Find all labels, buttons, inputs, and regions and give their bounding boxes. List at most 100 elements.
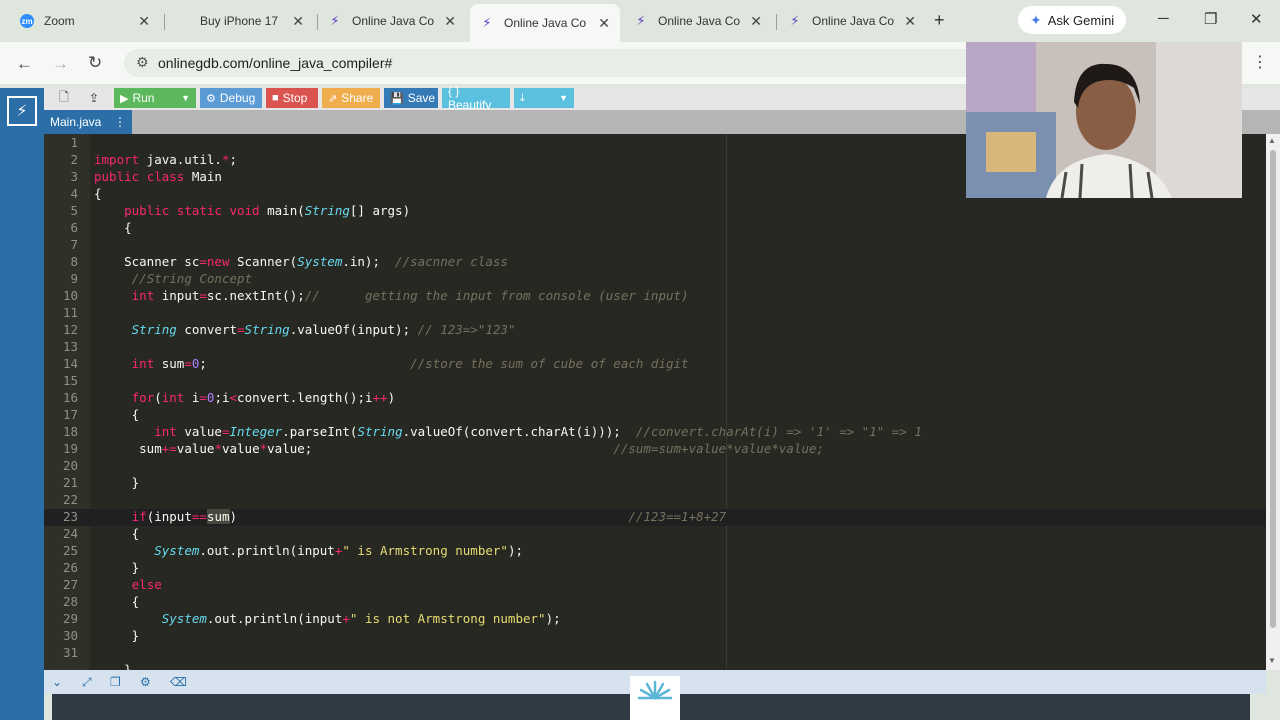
minimize-icon[interactable]: ─ xyxy=(1158,10,1169,27)
chevron-down-icon[interactable]: ▼ xyxy=(181,93,190,103)
line-number: 14 xyxy=(62,356,78,371)
browser-tab-iphone[interactable]: Buy iPhone 17 ✕ xyxy=(166,6,314,36)
line-number: 13 xyxy=(62,339,78,354)
tab-title: Online Java Co xyxy=(658,14,741,28)
close-icon[interactable]: ✕ xyxy=(138,13,150,30)
code-line: { xyxy=(94,594,140,609)
line-number: 25 xyxy=(62,543,78,558)
collapse-console-icon[interactable]: ⌄ xyxy=(52,675,62,689)
close-icon[interactable]: ✕ xyxy=(750,13,762,30)
onlinegdb-logo-icon[interactable]: ⚡ xyxy=(7,96,37,126)
clear-console-icon[interactable]: ⌫ xyxy=(170,675,187,689)
save-button[interactable]: 💾 Save xyxy=(384,88,438,108)
onlinegdb-icon: ⚡ xyxy=(330,13,340,28)
ask-gemini-button[interactable]: ✦ Ask Gemini xyxy=(1018,6,1127,34)
stop-button[interactable]: ■ Stop xyxy=(266,88,318,108)
file-menu-icon[interactable]: ⋮ xyxy=(114,115,126,129)
code-line: { xyxy=(94,186,102,201)
forward-icon[interactable]: → xyxy=(52,54,69,74)
browser-tab-java-active[interactable]: ⚡ Online Java Co ✕ xyxy=(470,4,620,42)
line-number: 2 xyxy=(70,152,78,167)
window-close-icon[interactable]: ✕ xyxy=(1250,10,1263,28)
debug-label: Debug xyxy=(219,91,256,105)
code-line: import java.util.*; xyxy=(94,152,238,167)
stop-label: Stop xyxy=(282,91,308,105)
line-number: 6 xyxy=(70,220,78,235)
code-line: } xyxy=(94,475,140,490)
line-number: 5 xyxy=(70,203,78,218)
gemini-sparkle-icon: ✦ xyxy=(1030,11,1042,28)
line-number: 17 xyxy=(62,407,78,422)
scroll-down-icon[interactable]: ▼ xyxy=(1268,656,1276,665)
close-icon[interactable]: ✕ xyxy=(598,15,610,32)
reload-icon[interactable]: ↻ xyxy=(88,53,102,73)
close-icon[interactable]: ✕ xyxy=(444,13,456,30)
floppy-icon: 💾 xyxy=(390,92,404,105)
download-button[interactable]: ⤓ ▼ xyxy=(514,88,574,108)
tab-divider xyxy=(164,14,165,30)
line-number: 16 xyxy=(62,390,78,405)
run-label: Run xyxy=(132,91,155,105)
share-label: Share xyxy=(341,91,374,105)
code-line: } xyxy=(94,628,140,643)
app-side-rail: ⚡ xyxy=(0,88,44,720)
line-number: 28 xyxy=(62,594,78,609)
expand-icon[interactable]: ⤢ xyxy=(82,675,92,690)
browser-menu-icon[interactable]: ⋮ xyxy=(1252,52,1268,72)
code-line: Scanner sc=new Scanner(System.in); //sac… xyxy=(94,254,508,269)
code-line: System.out.println(input+" is not Armstr… xyxy=(161,611,561,626)
code-line: sum+=value*value*value; //sum=sum+value*… xyxy=(94,441,825,456)
line-number: 20 xyxy=(62,458,78,473)
editor-scrollbar[interactable]: ▲ ▼ xyxy=(1266,134,1280,670)
share-button[interactable]: ⇗ Share xyxy=(322,88,380,108)
browser-tab-java-1[interactable]: ⚡ Online Java Co ✕ xyxy=(318,6,466,36)
run-button[interactable]: ▶ Run ▼ xyxy=(114,88,196,108)
restore-icon[interactable]: ❐ xyxy=(1204,10,1217,28)
code-editor[interactable]: 1 2 3 4 5 6 7 8 9 10 11 12 13 14 15 16 17 18 19 20 21 22 23 24 2… xyxy=(44,134,1266,670)
webcam-person-image xyxy=(966,42,1242,198)
browser-tab-zoom[interactable]: zm Zoom ✕ xyxy=(10,6,160,36)
gear-icon: ⚙ xyxy=(206,92,216,105)
tab-title: Zoom xyxy=(44,14,75,28)
browser-tab-java-3[interactable]: ⚡ Online Java Co ✕ xyxy=(624,6,772,36)
file-tab-main-java[interactable]: Main.java ⋮ xyxy=(44,110,132,134)
tab-title: Buy iPhone 17 xyxy=(200,14,279,28)
close-icon[interactable]: ✕ xyxy=(904,13,916,30)
loading-spinner-icon xyxy=(630,676,680,720)
code-line: { xyxy=(94,220,132,235)
code-line: //String Concept xyxy=(131,271,253,286)
settings-gear-icon[interactable]: ⚙ xyxy=(140,675,151,689)
tab-title: Online Java Co xyxy=(352,14,435,28)
onlinegdb-icon: ⚡ xyxy=(636,13,646,28)
debug-button[interactable]: ⚙ Debug xyxy=(200,88,262,108)
new-file-button[interactable]: 🗋 xyxy=(50,88,78,108)
site-info-icon[interactable]: ⚙ xyxy=(136,54,149,71)
back-icon[interactable]: ← xyxy=(16,54,33,74)
code-line: int input=sc.nextInt();// getting the in… xyxy=(131,288,689,303)
file-tab-label: Main.java xyxy=(50,115,102,129)
line-number: 22 xyxy=(62,492,78,507)
close-icon[interactable]: ✕ xyxy=(292,13,304,30)
save-label: Save xyxy=(407,91,436,105)
scroll-up-icon[interactable]: ▲ xyxy=(1268,136,1276,145)
line-number: 10 xyxy=(62,288,78,303)
file-icon: 🗋 xyxy=(59,89,69,104)
line-number: 19 xyxy=(62,441,78,456)
copy-icon[interactable]: ❐ xyxy=(110,675,121,689)
new-tab-button[interactable]: + xyxy=(934,10,945,31)
code-line: public class Main xyxy=(94,169,222,184)
code-line: System.out.println(input+" is Armstrong … xyxy=(154,543,524,558)
zoom-icon: zm xyxy=(20,14,34,28)
browser-tab-java-4[interactable]: ⚡ Online Java Co ✕ xyxy=(778,6,926,36)
onlinegdb-icon: ⚡ xyxy=(482,15,492,30)
upload-button[interactable]: ⇪ xyxy=(80,88,108,108)
line-number: 12 xyxy=(62,322,78,337)
scrollbar-thumb[interactable] xyxy=(1270,150,1276,628)
line-number: 27 xyxy=(62,577,78,592)
line-number: 15 xyxy=(62,373,78,388)
print-margin xyxy=(726,134,727,670)
code-line: public static void main(String[] args) xyxy=(124,203,411,218)
chevron-down-icon[interactable]: ▼ xyxy=(559,93,568,103)
beautify-button[interactable]: { } Beautify xyxy=(442,84,510,112)
line-number: 1 xyxy=(70,135,78,150)
